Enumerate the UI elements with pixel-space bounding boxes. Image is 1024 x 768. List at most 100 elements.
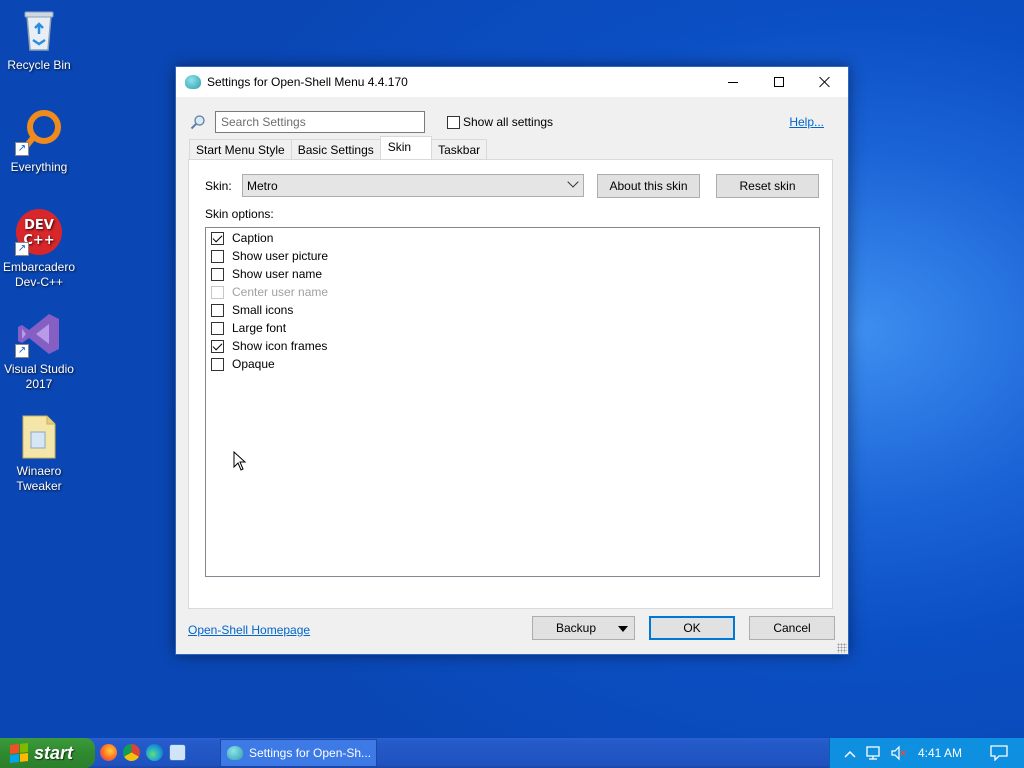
notifications-icon[interactable] [990, 745, 1008, 764]
desktop-icon-devcpp[interactable]: DEV C++ ↗ Embarcadero Dev-C++ [2, 208, 76, 290]
option-label: Center user name [232, 285, 329, 299]
shortcut-arrow-icon: ↗ [15, 344, 29, 358]
skin-label: Skin: [205, 179, 232, 193]
title-bar[interactable]: Settings for Open-Shell Menu 4.4.170 [176, 67, 848, 97]
close-icon [819, 76, 831, 88]
checkbox[interactable] [211, 357, 224, 371]
help-link[interactable]: Help... [789, 115, 824, 129]
skin-tab-panel: Skin: Metro About this skin Reset skin S… [188, 159, 833, 609]
option-show-user-picture[interactable]: Show user picture [210, 247, 815, 265]
settings-window: Settings for Open-Shell Menu 4.4.170 Sea… [175, 66, 849, 655]
desktop-icon-recycle-bin[interactable]: Recycle Bin [2, 6, 76, 73]
option-label: Show user picture [232, 249, 329, 263]
option-caption[interactable]: Caption [210, 229, 815, 247]
homepage-link[interactable]: Open-Shell Homepage [188, 623, 310, 637]
quick-launch [100, 744, 186, 761]
ok-button[interactable]: OK [649, 616, 735, 640]
option-label: Caption [232, 231, 274, 245]
visual-studio-icon: ↗ [15, 310, 63, 358]
winaero-tweaker-icon [15, 412, 63, 460]
taskbar-window-button[interactable]: Settings for Open-Sh... [220, 739, 377, 767]
desktop-icon-label: Embarcadero Dev-C++ [2, 260, 76, 289]
checkbox[interactable] [211, 321, 224, 335]
resize-grip[interactable] [837, 643, 847, 653]
volume-muted-icon[interactable] [890, 745, 906, 764]
clock[interactable]: 4:41 AM [918, 746, 962, 760]
option-center-user-name: Center user name [210, 283, 815, 301]
firefox-icon[interactable] [100, 744, 117, 761]
desktop-icon-label: Recycle Bin [7, 58, 71, 72]
option-label: Show icon frames [232, 339, 328, 353]
option-show-user-name[interactable]: Show user name [210, 265, 815, 283]
desktop-icon-label: Everything [10, 160, 68, 174]
skin-dropdown[interactable]: Metro [242, 174, 584, 197]
taskbar: start Settings for Open-Sh... 4:41 AM [0, 738, 1024, 768]
chevron-down-icon [567, 176, 579, 188]
close-button[interactable] [802, 67, 848, 97]
start-label: start [34, 742, 74, 763]
skin-options-label: Skin options: [205, 207, 274, 221]
option-label: Small icons [232, 303, 294, 317]
maximize-icon [774, 77, 784, 87]
windows-flag-icon [10, 743, 28, 763]
backup-label: Backup [556, 621, 597, 635]
option-label: Large font [232, 321, 287, 335]
taskbar-window-label: Settings for Open-Sh... [249, 746, 372, 760]
mouse-cursor-icon [233, 450, 247, 474]
skin-options-list[interactable]: Caption Show user picture Show user name… [205, 227, 820, 577]
search-input[interactable]: Search Settings [215, 111, 425, 133]
show-hidden-icons-chevron-icon[interactable] [844, 747, 856, 761]
checkbox[interactable] [211, 339, 224, 353]
option-label: Opaque [232, 357, 275, 371]
backup-button[interactable]: Backup [532, 616, 635, 640]
checkbox[interactable] [211, 231, 224, 245]
tab-basic-settings[interactable]: Basic Settings [290, 139, 381, 159]
search-row: Search Settings Show all settings Help..… [188, 111, 836, 133]
shortcut-arrow-icon: ↗ [15, 242, 29, 256]
option-opaque[interactable]: Opaque [210, 355, 815, 373]
start-button[interactable]: start [0, 738, 95, 768]
option-small-icons[interactable]: Small icons [210, 301, 815, 319]
skin-dropdown-value: Metro [247, 179, 278, 193]
desktop-icon-visual-studio[interactable]: ↗ Visual Studio 2017 [2, 310, 76, 392]
cancel-button[interactable]: Cancel [749, 616, 835, 640]
window-title: Settings for Open-Shell Menu 4.4.170 [207, 75, 408, 89]
about-skin-button[interactable]: About this skin [597, 174, 700, 198]
maximize-button[interactable] [756, 67, 802, 97]
option-large-font[interactable]: Large font [210, 319, 815, 337]
desktop-icon-label: Visual Studio 2017 [4, 362, 74, 391]
open-shell-shell-icon [227, 746, 243, 760]
desktop-icon-label: Winaero Tweaker [16, 464, 62, 493]
option-label: Show user name [232, 267, 323, 281]
tab-skin[interactable]: Skin [379, 136, 433, 159]
tab-start-menu-style[interactable]: Start Menu Style [189, 139, 292, 159]
settings-app-icon[interactable] [169, 744, 186, 761]
tab-strip: Start Menu Style Basic Settings Skin Tas… [189, 136, 488, 159]
checkbox[interactable] [211, 249, 224, 263]
desktop-icon-everything[interactable]: ↗ Everything [2, 108, 76, 175]
recycle-bin-icon [15, 6, 63, 54]
search-icon [190, 114, 206, 130]
desktop-icon-winaero[interactable]: Winaero Tweaker [2, 412, 76, 494]
shortcut-arrow-icon: ↗ [15, 142, 29, 156]
open-shell-shell-icon [185, 75, 201, 89]
show-all-settings-checkbox[interactable]: Show all settings [447, 115, 553, 129]
option-show-icon-frames[interactable]: Show icon frames [210, 337, 815, 355]
everything-icon: ↗ [15, 108, 63, 156]
minimize-button[interactable] [710, 67, 756, 97]
checkbox[interactable] [211, 303, 224, 317]
network-icon[interactable] [866, 745, 882, 764]
edge-icon[interactable] [146, 744, 163, 761]
chrome-icon[interactable] [123, 744, 140, 761]
checkbox[interactable] [447, 115, 460, 129]
devcpp-icon: DEV C++ ↗ [15, 208, 63, 256]
system-tray: 4:41 AM [829, 738, 1024, 768]
devcpp-logo-text: DEV [24, 218, 54, 233]
checkbox [211, 285, 224, 299]
checkbox[interactable] [211, 267, 224, 281]
show-all-label: Show all settings [463, 115, 554, 129]
minimize-icon [728, 81, 738, 83]
reset-skin-button[interactable]: Reset skin [716, 174, 819, 198]
dropdown-arrow-icon [618, 626, 628, 632]
tab-taskbar[interactable]: Taskbar [431, 139, 488, 159]
